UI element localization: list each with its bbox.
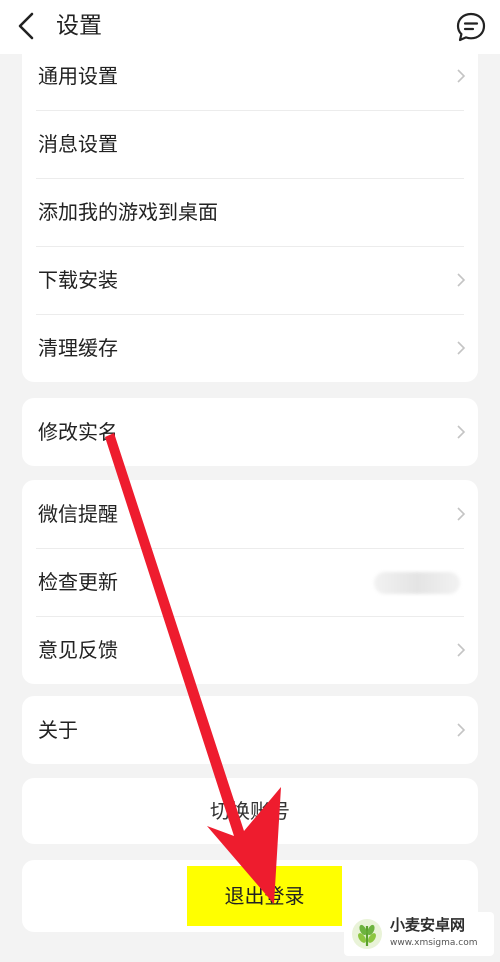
chevron-right-icon [457, 643, 466, 657]
chevron-right-icon [457, 723, 466, 737]
settings-item-general[interactable]: 通用设置 [22, 42, 478, 110]
back-button[interactable] [12, 10, 44, 42]
settings-item-label: 清理缓存 [38, 336, 118, 360]
chevron-right-icon [457, 507, 466, 521]
settings-item-wechat-reminder[interactable]: 微信提醒 [22, 480, 478, 548]
settings-item-feedback[interactable]: 意见反馈 [22, 616, 478, 684]
settings-group-identity: 修改实名 [22, 398, 478, 466]
settings-item-label: 关于 [38, 718, 78, 742]
settings-item-label: 意见反馈 [38, 638, 118, 662]
settings-item-clear-cache[interactable]: 清理缓存 [22, 314, 478, 382]
settings-item-label: 下载安装 [38, 268, 118, 292]
wheat-logo-icon [352, 919, 382, 949]
settings-item-label: 添加我的游戏到桌面 [38, 200, 218, 224]
settings-group-about: 关于 [22, 696, 478, 764]
settings-item-label: 检查更新 [38, 570, 118, 594]
settings-item-label: 修改实名 [38, 420, 118, 444]
settings-item-check-update[interactable]: 检查更新 [22, 548, 478, 616]
feedback-button[interactable] [454, 10, 488, 44]
watermark: 小麦安卓网 www.xmsigma.com [344, 912, 494, 956]
switch-account-label: 切换账号 [210, 799, 290, 823]
settings-item-label: 通用设置 [38, 64, 118, 88]
chevron-right-icon [457, 69, 466, 83]
settings-item-about[interactable]: 关于 [22, 696, 478, 764]
settings-item-add-to-desktop[interactable]: 添加我的游戏到桌面 [22, 178, 478, 246]
settings-item-label: 消息设置 [38, 132, 118, 156]
switch-account-button[interactable]: 切换账号 [22, 778, 478, 844]
logout-highlight: 退出登录 [187, 866, 342, 926]
settings-group-notify: 微信提醒 检查更新 意见反馈 [22, 480, 478, 684]
page-title: 设置 [56, 13, 102, 39]
settings-item-message[interactable]: 消息设置 [22, 110, 478, 178]
version-badge [374, 572, 460, 594]
watermark-url: www.xmsigma.com [390, 938, 478, 948]
chevron-right-icon [457, 341, 466, 355]
logout-label: 退出登录 [224, 884, 305, 908]
settings-group-general: 通用设置 消息设置 添加我的游戏到桌面 下载安装 清理缓存 [22, 42, 478, 382]
settings-item-label: 微信提醒 [38, 502, 118, 526]
settings-item-real-name[interactable]: 修改实名 [22, 398, 478, 466]
chevron-right-icon [457, 273, 466, 287]
chevron-left-icon [18, 12, 34, 40]
watermark-title: 小麦安卓网 [390, 916, 466, 934]
chevron-right-icon [457, 425, 466, 439]
chat-bubble-icon [456, 12, 486, 42]
settings-item-download[interactable]: 下载安装 [22, 246, 478, 314]
